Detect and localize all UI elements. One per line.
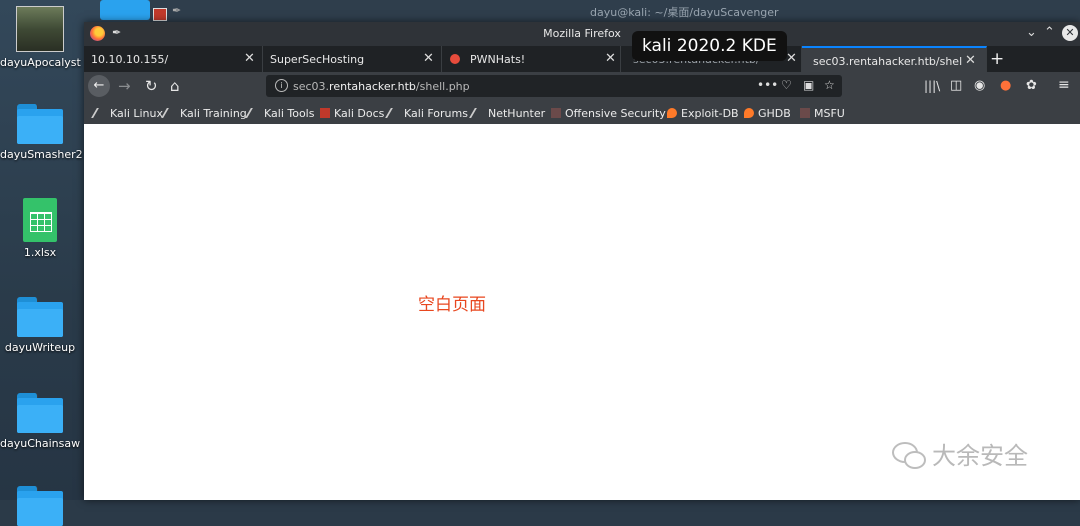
desktop-icon-dayuapocalyst[interactable]: dayuApocalyst	[0, 6, 81, 69]
watermark: 大余安全	[892, 436, 1028, 471]
desktop-icon-dayuchainsaw[interactable]: dayuChainsaw	[0, 393, 80, 450]
folder-icon[interactable]	[100, 0, 150, 20]
bookmark-msfu[interactable]: MSFU	[800, 107, 845, 120]
maximize-icon[interactable]: ⌃	[1044, 25, 1055, 40]
bookmark-offensive-security[interactable]: Offensive Security	[551, 107, 666, 120]
close-tab-icon[interactable]: ✕	[605, 51, 616, 66]
pwnhats-favicon-icon	[450, 54, 460, 64]
terminal-icon	[153, 8, 167, 21]
tab[interactable]: 10.10.10.155/ ✕	[84, 46, 263, 72]
desktop-icon-dayuwriteup[interactable]: dayuWriteup	[0, 297, 80, 354]
desktop-icon-label: 1.xlsx	[23, 246, 57, 259]
site-info-icon[interactable]: i	[275, 79, 288, 92]
close-window-button[interactable]: ✕	[1062, 25, 1078, 41]
background-window-title: dayu@kali: ~/桌面/dayuScavenger	[590, 6, 779, 19]
tab-title: SuperSecHosting	[270, 53, 365, 66]
bookmark-kali-training[interactable]: Kali Training	[161, 107, 247, 120]
nethunter-icon	[469, 108, 487, 118]
page-actions-icon[interactable]: •••	[757, 78, 778, 92]
sidebar-icon[interactable]: ◫	[950, 78, 962, 93]
image-thumbnail-icon	[16, 6, 64, 52]
wechat-icon	[892, 442, 926, 469]
firefox-account-icon[interactable]: ●	[1000, 78, 1011, 93]
url-text: sec03.rentahacker.htb/shell.php	[293, 80, 470, 93]
exploitdb-icon	[667, 108, 677, 118]
bookmark-kali-docs[interactable]: Kali Docs	[320, 107, 384, 120]
bookmark-ghdb[interactable]: GHDB	[744, 107, 791, 120]
desktop-icon-label: dayuApocalyst	[0, 56, 81, 69]
tab[interactable]: PWNHats! ✕	[442, 46, 621, 72]
kali-docs-icon	[320, 108, 330, 118]
reload-button[interactable]: ↻	[145, 77, 158, 95]
home-button[interactable]: ⌂	[170, 77, 180, 95]
bookmark-star-icon[interactable]: ☆	[824, 78, 835, 92]
pin-icon[interactable]: ✒	[172, 4, 181, 17]
tab[interactable]: SuperSecHosting ✕	[263, 46, 442, 72]
offsec-icon	[800, 108, 810, 118]
extension-icon[interactable]: ◉	[974, 78, 985, 93]
bookmark-exploit-db[interactable]: Exploit-DB	[667, 107, 739, 120]
bookmark-kali-forums[interactable]: Kali Forums	[385, 107, 468, 120]
kali-dragon-icon	[245, 108, 263, 118]
navigation-toolbar: ← → ↻ ⌂ i sec03.rentahacker.htb/shell.ph…	[84, 72, 1080, 102]
url-bar[interactable]: i sec03.rentahacker.htb/shell.php ••• ♡ …	[266, 75, 842, 97]
forward-button[interactable]: →	[118, 77, 131, 95]
desktop-icon-label: dayuWriteup	[4, 341, 76, 354]
bookmark-kali-linux[interactable]: Kali Linux	[91, 107, 163, 120]
kali-dragon-icon	[161, 108, 179, 118]
tab-title: PWNHats!	[470, 53, 526, 66]
menu-icon[interactable]: ≡	[1058, 77, 1070, 93]
desktop-icon-partial[interactable]	[0, 486, 80, 526]
close-tab-icon[interactable]: ✕	[965, 53, 976, 68]
desktop-icon-xlsx[interactable]: 1.xlsx	[0, 198, 80, 259]
os-version-badge: kali 2020.2 KDE	[632, 31, 787, 61]
bookmark-kali-tools[interactable]: Kali Tools	[245, 107, 314, 120]
reader-view-icon[interactable]: ▣	[803, 78, 814, 92]
pocket-icon[interactable]: ♡	[781, 78, 792, 92]
gear-icon[interactable]: ✿	[1026, 78, 1037, 93]
close-tab-icon[interactable]: ✕	[786, 51, 797, 66]
tab-title: 10.10.10.155/	[91, 53, 169, 66]
desktop-icon-dayusmasher2[interactable]: dayuSmasher2	[0, 104, 83, 161]
bookmark-nethunter[interactable]: NetHunter	[469, 107, 545, 120]
back-button[interactable]: ←	[88, 75, 110, 97]
desktop-icon-label: dayuSmasher2	[0, 148, 83, 161]
minimize-icon[interactable]: ⌄	[1026, 25, 1037, 40]
new-tab-button[interactable]: +	[990, 49, 1004, 69]
blank-page-text: 空白页面	[418, 295, 486, 315]
close-tab-icon[interactable]: ✕	[423, 51, 434, 66]
kali-dragon-icon	[385, 108, 403, 118]
exploitdb-icon	[744, 108, 754, 118]
firefox-window: ✒ Mozilla Firefox ⌄ ⌃ ✕ 10.10.10.155/ ✕ …	[84, 22, 1080, 500]
tab-active[interactable]: sec03.rentahacker.htb/shell.p ✕	[802, 46, 987, 72]
background-window-titlebar[interactable]: ✒ dayu@kali: ~/桌面/dayuScavenger	[150, 0, 1080, 22]
bookmarks-toolbar: Kali Linux Kali Training Kali Tools Kali…	[84, 102, 1080, 125]
kali-dragon-icon	[91, 108, 109, 118]
close-tab-icon[interactable]: ✕	[244, 51, 255, 66]
tab-title: sec03.rentahacker.htb/shell.p	[813, 55, 963, 68]
window-titlebar[interactable]: ✒ Mozilla Firefox ⌄ ⌃ ✕	[84, 22, 1080, 46]
tab-strip: 10.10.10.155/ ✕ SuperSecHosting ✕ PWNHat…	[84, 46, 1080, 72]
folder-icon	[17, 486, 63, 526]
spreadsheet-icon	[23, 198, 57, 242]
offsec-icon	[551, 108, 561, 118]
desktop-icon-label: dayuChainsaw	[0, 437, 81, 450]
folder-icon	[17, 393, 63, 433]
library-icon[interactable]: |||\	[924, 79, 940, 93]
window-title: Mozilla Firefox	[543, 27, 621, 40]
folder-icon	[17, 104, 63, 144]
folder-icon	[17, 297, 63, 337]
